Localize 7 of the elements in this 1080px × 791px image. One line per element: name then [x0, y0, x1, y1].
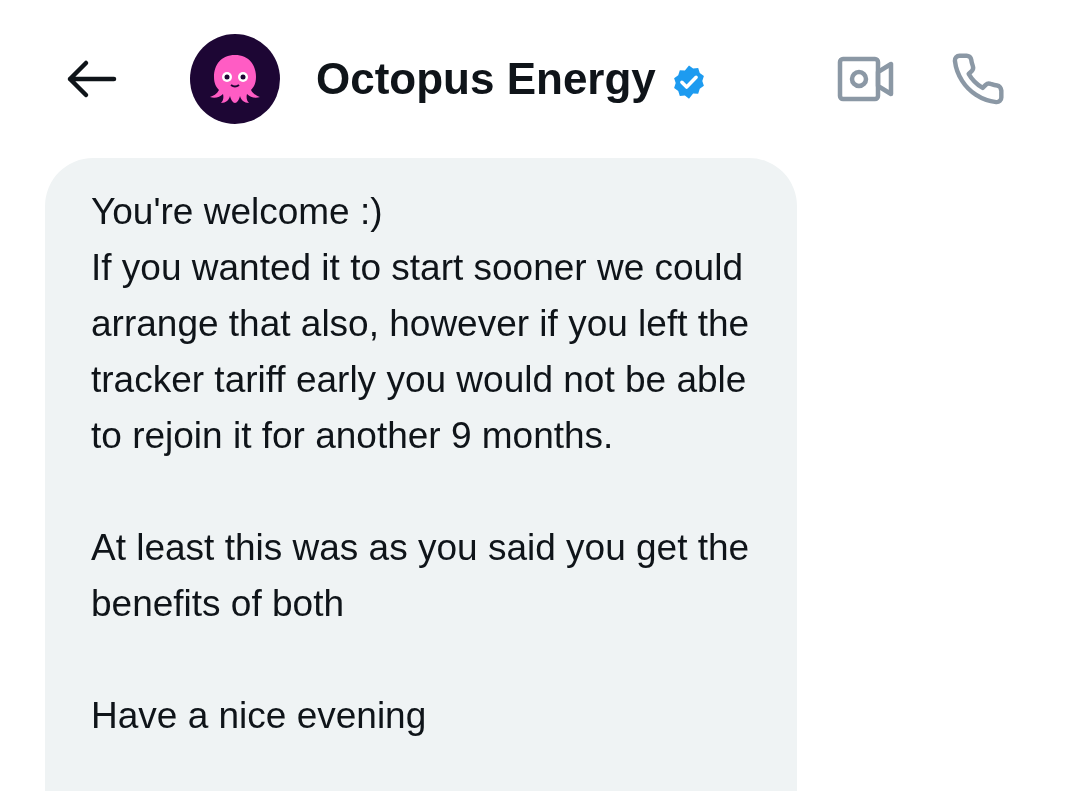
message-text: Have a nice evening: [91, 694, 428, 738]
message-text: You're welcome :) If you wanted it to start sooner we could arrange that also, however if you left the tracker tariff early you would not be able to rejoin it for another 9 months.: [91, 190, 751, 458]
phone-icon: [950, 51, 1006, 107]
video-camera-icon: [837, 56, 895, 102]
contact-name: Octopus Energy: [316, 53, 656, 105]
message-text: At least this was as you said you get the benefits of both: [91, 526, 751, 626]
back-icon: [66, 59, 118, 99]
